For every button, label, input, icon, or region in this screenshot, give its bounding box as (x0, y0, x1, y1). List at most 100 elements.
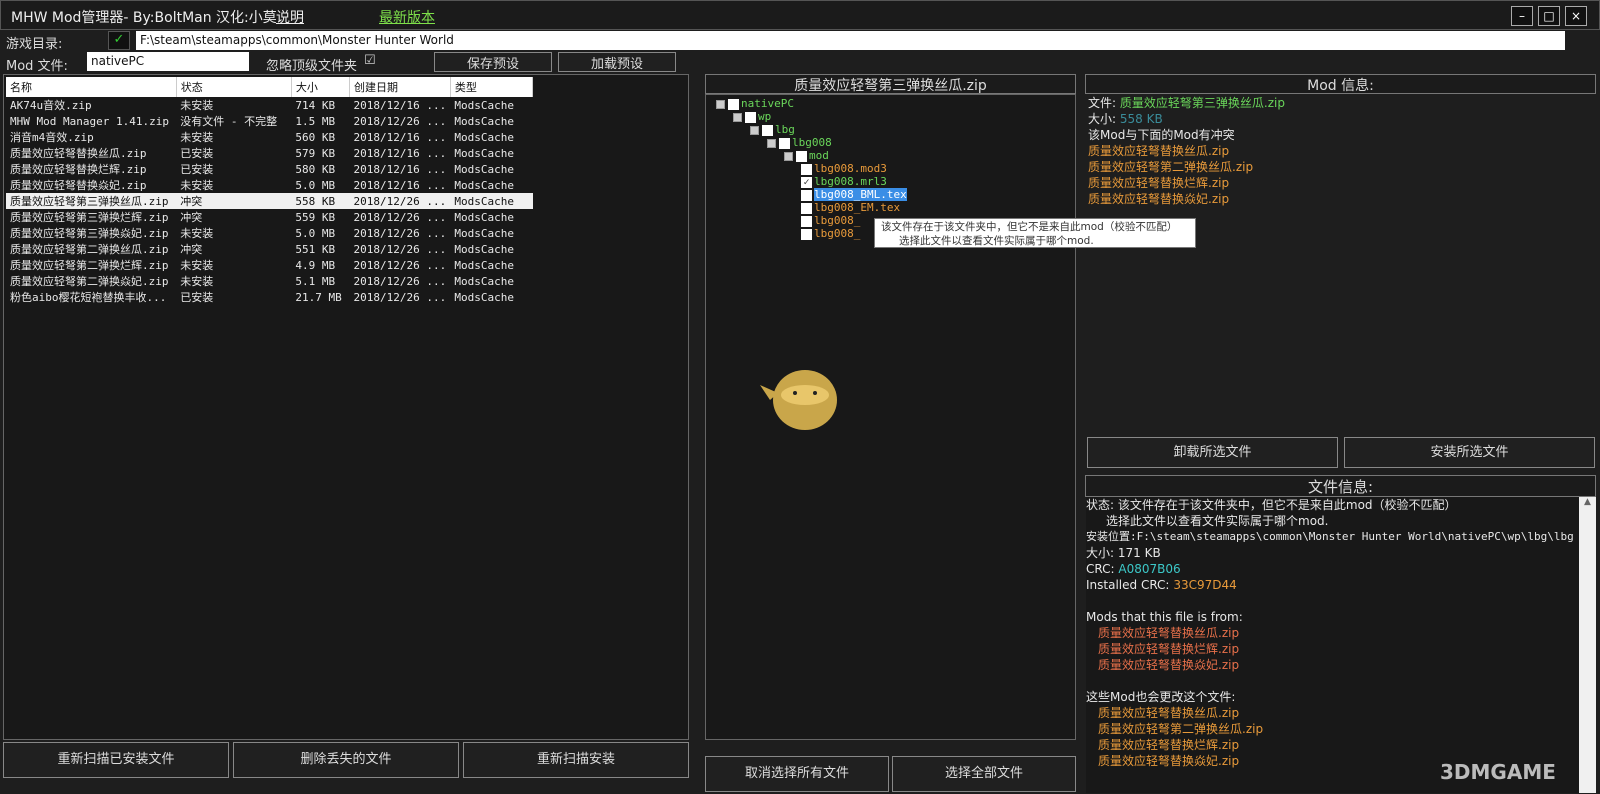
tree-node[interactable]: lbg008.mod3 (801, 162, 887, 175)
mod-cell: ModsCache (454, 226, 514, 240)
tree-node[interactable]: lbg008_EM.tex (801, 201, 900, 214)
mod-row[interactable]: 质量效应轻弩第三弹换丝瓜.zip 冲突 558 KB 2018/12/26 ... Mo… (6, 193, 533, 209)
tree-checkbox[interactable] (745, 111, 756, 123)
tree-node[interactable]: ✓ lbg008.mrl3 (801, 175, 887, 188)
tree-node[interactable]: lbg008_ (801, 227, 860, 240)
collapse-icon[interactable] (733, 112, 742, 122)
location-value: F:\steam\steamapps\common\Monster Hunter… (1136, 530, 1574, 543)
mascot-image (760, 355, 850, 435)
tree-checkbox[interactable] (728, 98, 739, 110)
mod-cell: 质量效应轻弩替换丝瓜.zip (10, 147, 147, 160)
mod-cell: 冲突 (176, 193, 292, 209)
collapse-icon[interactable] (767, 138, 776, 148)
tree-checkbox[interactable] (779, 137, 790, 149)
mod-cell: ModsCache (454, 274, 514, 288)
mod-cell: 2018/12/26 ... (353, 210, 447, 224)
mod-cell: 未安装 (180, 275, 214, 288)
scroll-up-icon[interactable]: ▲ (1579, 497, 1596, 507)
tree-node[interactable]: lbg008_BML.tex (801, 188, 907, 201)
mod-cell: ModsCache (454, 178, 514, 192)
from-mod: 质量效应轻弩替换焱妃.zip (1098, 658, 1240, 672)
tree-checkbox[interactable] (801, 215, 812, 227)
mod-row[interactable]: 质量效应轻弩替换丝瓜.zip 已安装 579 KB 2018/12/16 ... Mod… (6, 145, 533, 161)
tree-label: lbg008_EM.tex (814, 201, 901, 214)
tree-node[interactable]: mod (784, 149, 829, 162)
column-header[interactable]: 状态 (176, 77, 292, 97)
mod-cell: ModsCache (454, 162, 514, 176)
conflict-text: 该Mod与下面的Mod有冲突 (1088, 128, 1235, 142)
mod-cell: 21.7 MB (295, 290, 342, 304)
mod-cell: ModsCache (454, 146, 514, 160)
close-button[interactable]: × (1565, 6, 1587, 26)
latest-version-link[interactable]: 最新版本 (379, 7, 435, 27)
mod-cell: 未安装 (180, 259, 214, 272)
column-header[interactable]: 创建日期 (349, 77, 451, 97)
maximize-button[interactable]: □ (1538, 6, 1560, 26)
mod-row[interactable]: 质量效应轻弩第二弹换烂辉.zip 未安装 4.9 MB 2018/12/26 ... M… (6, 257, 533, 273)
mod-cell: 未安装 (180, 131, 214, 144)
mod-row[interactable]: 质量效应轻弩第三弹换焱妃.zip 未安装 5.0 MB 2018/12/26 ... M… (6, 225, 533, 241)
tree-label: lbg008_ (814, 227, 861, 240)
mod-cell: ModsCache (454, 130, 514, 144)
collapse-icon[interactable] (716, 99, 725, 109)
mod-row[interactable]: 质量效应轻弩替换烂辉.zip 已安装 580 KB 2018/12/16 ... Mod… (6, 161, 533, 177)
tree-label: mod (809, 149, 829, 162)
tree-node[interactable]: lbg008_ (801, 214, 860, 227)
mod-row[interactable]: 质量效应轻弩第二弹换焱妃.zip 未安装 5.1 MB 2018/12/26 ... M… (6, 273, 533, 289)
delete-missing-button[interactable]: 删除丢失的文件 (233, 742, 459, 778)
mod-cell: ModsCache (454, 98, 514, 112)
mod-cell: 消音m4音效.zip (10, 131, 94, 144)
tree-checkbox[interactable]: ✓ (801, 176, 812, 188)
deselect-all-button[interactable]: 取消选择所有文件 (705, 756, 889, 792)
load-preset-button[interactable]: 加载预设 (558, 52, 676, 72)
tooltip-line: 选择此文件以查看文件实际属于哪个mod. (899, 235, 1094, 247)
mod-row[interactable]: AK74u音效.zip 未安装 714 KB 2018/12/16 ... ModsCa… (6, 97, 533, 113)
size-value: 558 KB (1119, 112, 1163, 126)
conflict-mod: 质量效应轻弩替换焱妃.zip (1088, 192, 1230, 206)
help-link[interactable]: 说明 (276, 7, 304, 27)
column-header[interactable]: 大小 (291, 77, 350, 97)
uninstall-selected-button[interactable]: 卸载所选文件 (1087, 437, 1338, 468)
tree-checkbox[interactable] (762, 124, 773, 136)
mod-row[interactable]: 消音m4音效.zip 未安装 560 KB 2018/12/16 ... ModsCac… (6, 129, 533, 145)
collapse-icon[interactable] (750, 125, 759, 135)
tree-checkbox[interactable] (796, 150, 807, 162)
tree-title: 质量效应轻弩第三弹换丝瓜.zip (705, 74, 1076, 94)
status-label: 状态: (1086, 498, 1115, 512)
tree-node[interactable]: wp (733, 110, 771, 123)
mod-row[interactable]: 质量效应轻弩第三弹换烂辉.zip 冲突 559 KB 2018/12/26 ... Mo… (6, 209, 533, 225)
ignore-top-folder-checkbox[interactable]: ☑ (364, 53, 376, 68)
mod-row[interactable]: 粉色aibo樱花短袍替换丰收... 已安装 21.7 MB 2018/12/26 ..… (6, 289, 533, 305)
install-selected-button[interactable]: 安装所选文件 (1344, 437, 1595, 468)
mod-row[interactable]: 质量效应轻弩替换焱妃.zip 未安装 5.0 MB 2018/12/16 ... Mod… (6, 177, 533, 193)
rescan-install-button[interactable]: 重新扫描安装 (463, 742, 689, 778)
file-label: 文件: (1088, 96, 1117, 110)
tree-checkbox[interactable] (801, 163, 812, 175)
mod-cell: 2018/12/16 ... (353, 146, 447, 160)
tree-checkbox[interactable] (801, 189, 812, 201)
mod-cell: 已安装 (180, 291, 214, 304)
mod-row[interactable]: MHW Mod Manager 1.41.zip 没有文件 - 不完整 1.5 MB… (6, 113, 533, 129)
select-all-button[interactable]: 选择全部文件 (892, 756, 1076, 792)
minimize-button[interactable]: – (1511, 6, 1533, 26)
mod-cell: 2018/12/26 ... (353, 114, 447, 128)
watermark: 3DMGAME (1440, 760, 1556, 784)
column-header[interactable]: 类型 (450, 77, 534, 97)
tree-node[interactable]: lbg (750, 123, 795, 136)
mod-file-input[interactable]: nativePC (87, 52, 249, 71)
save-preset-button[interactable]: 保存预设 (434, 52, 552, 72)
tree-node[interactable]: nativePC (716, 97, 794, 110)
collapse-icon[interactable] (784, 151, 793, 161)
file-info-scrollbar[interactable]: ▲ (1579, 497, 1596, 793)
column-header[interactable]: 名称 (6, 77, 177, 97)
mod-cell: ModsCache (454, 114, 514, 128)
mod-row[interactable]: 质量效应轻弩第二弹换丝瓜.zip 冲突 551 KB 2018/12/26 ... Mo… (6, 241, 533, 257)
tree-checkbox[interactable] (801, 228, 812, 240)
mod-cell: 2018/12/16 ... (353, 98, 447, 112)
tree-checkbox[interactable] (801, 202, 812, 214)
mod-cell: 2018/12/26 ... (353, 274, 447, 288)
game-dir-input[interactable]: F:\steam\steamapps\common\Monster Hunter… (136, 31, 1565, 50)
tree-node[interactable]: lbg008 (767, 136, 832, 149)
mod-cell: 560 KB (295, 130, 336, 144)
rescan-installed-button[interactable]: 重新扫描已安装文件 (3, 742, 229, 778)
